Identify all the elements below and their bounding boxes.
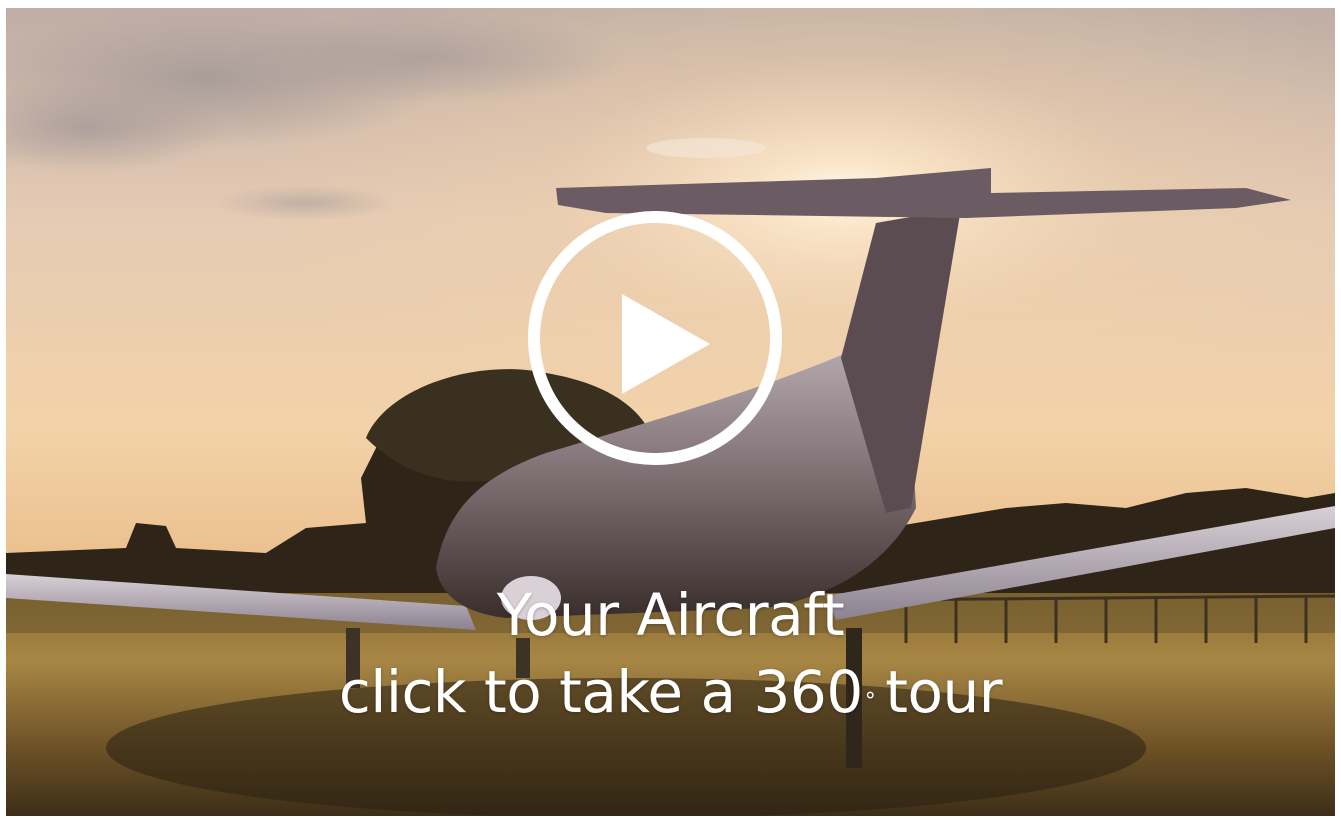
video-title: Your Aircraft — [496, 581, 845, 649]
subtitle-tour-text: tour — [885, 658, 1003, 726]
video-tour-thumbnail[interactable]: Your Aircraft click to take a 360° tour — [6, 8, 1335, 816]
degree-symbol: ° — [864, 689, 876, 714]
video-subtitle: click to take a 360° tour — [6, 656, 1335, 738]
subtitle-text: click to take a 360 — [338, 658, 863, 726]
play-circle-icon[interactable] — [524, 207, 786, 469]
